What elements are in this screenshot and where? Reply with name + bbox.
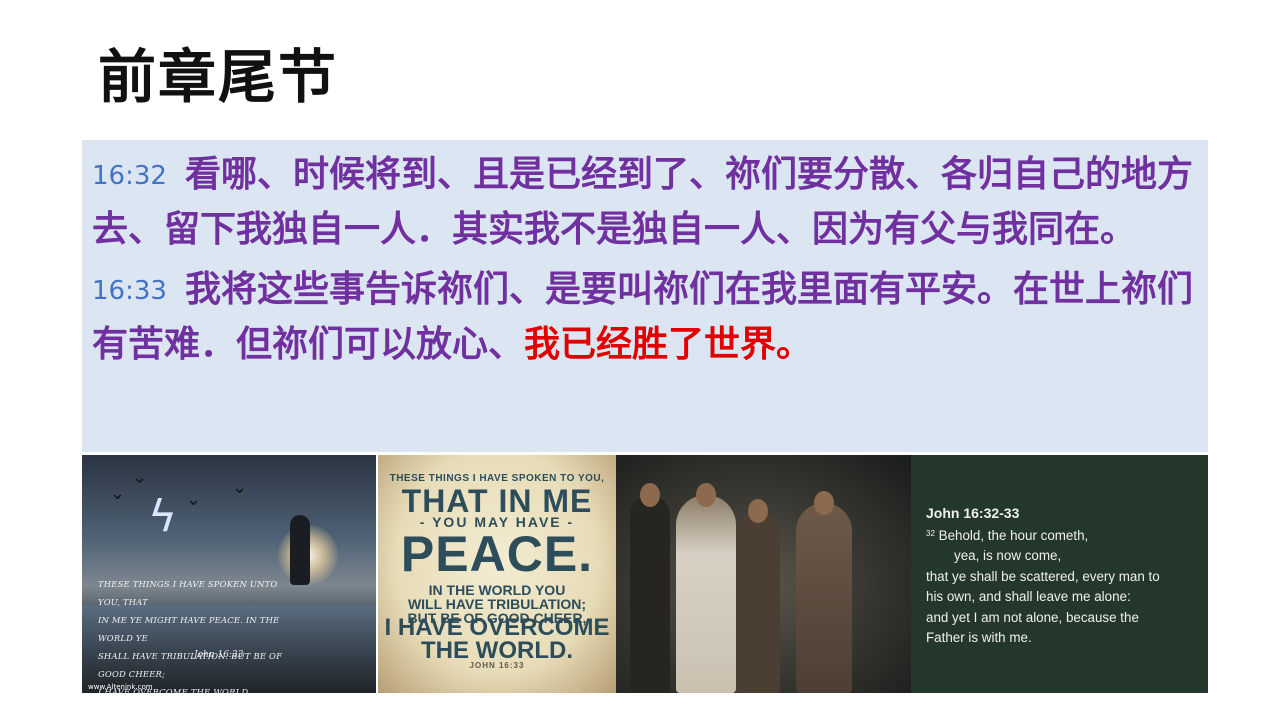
head bbox=[696, 483, 716, 507]
person bbox=[736, 511, 780, 693]
kjv-line: Father is with me. bbox=[926, 630, 1032, 645]
verse-number: 32 bbox=[926, 528, 935, 538]
verse-box: 16:32 看哪、时候将到、且是已经到了、祢们要分散、各归自己的地方去、留下我独自… bbox=[82, 140, 1208, 452]
verse-highlight: 我已经胜了世界。 bbox=[524, 324, 813, 365]
verse-16-32: 16:32 看哪、时候将到、且是已经到了、祢们要分散、各归自己的地方去、留下我独自… bbox=[92, 148, 1198, 257]
poster-line: WILL HAVE TRIBULATION; bbox=[407, 596, 587, 612]
head bbox=[814, 491, 834, 515]
person bbox=[676, 495, 736, 693]
verse-ref: 16:33 bbox=[92, 276, 167, 306]
bird-icon: ⌄ bbox=[132, 467, 148, 488]
storm-watermark: www.Altenink.com bbox=[88, 683, 153, 691]
kjv-text: John 16:32-33 32 Behold, the hour cometh… bbox=[926, 503, 1204, 649]
poster-block: I HAVE OVERCOME THE WORLD. bbox=[378, 614, 616, 664]
kjv-ref: John 16:32-33 bbox=[926, 505, 1020, 521]
head bbox=[748, 499, 768, 523]
slide-title: 前章尾节 bbox=[98, 43, 339, 111]
kjv-line: his own, and shall leave me alone: bbox=[926, 589, 1131, 604]
kjv-line: 32 Behold, the hour cometh, bbox=[926, 524, 1204, 547]
poster-line: THAT IN ME bbox=[401, 483, 593, 519]
bird-icon: ⌄ bbox=[110, 483, 126, 504]
poster-line: I HAVE OVERCOME bbox=[384, 614, 610, 641]
verse-16-33: 16:33 我将这些事告诉祢们、是要叫祢们在我里面有平安。在世上祢们有苦难．但祢们… bbox=[92, 263, 1198, 372]
caption-line: These things I have spoken unto you, tha… bbox=[98, 579, 278, 607]
poster-citation: JOHN 16:33 bbox=[469, 661, 525, 670]
storm-citation: John 16:33 bbox=[194, 650, 244, 660]
poster-line: IN THE WORLD YOU bbox=[428, 582, 566, 598]
kjv-verse-image: John 16:32-33 32 Behold, the hour cometh… bbox=[911, 455, 1208, 693]
bird-icon: ⌄ bbox=[232, 477, 248, 498]
lightning-icon: ϟ bbox=[148, 491, 178, 542]
image-gallery: ϟ ⌄ ⌄ ⌄ ⌄ These things I have spoken unt… bbox=[82, 455, 1208, 693]
caption-line: in me ye might have peace. In the world … bbox=[98, 615, 280, 643]
kjv-line: that ye shall be scattered, every man to bbox=[926, 568, 1160, 584]
storm-image: ϟ ⌄ ⌄ ⌄ ⌄ These things I have spoken unt… bbox=[82, 455, 376, 693]
poster-line: PEACE. bbox=[400, 526, 594, 582]
disciples-photo bbox=[616, 455, 911, 693]
verse-ref: 16:32 bbox=[92, 161, 167, 191]
poster-line: THE WORLD. bbox=[421, 637, 573, 664]
kjv-line: yea, is now come, bbox=[954, 548, 1062, 563]
bird-icon: ⌄ bbox=[186, 489, 202, 510]
kjv-line-text: Behold, the hour cometh, bbox=[938, 527, 1089, 543]
head bbox=[640, 483, 660, 507]
person bbox=[630, 495, 670, 693]
storm-caption: These things I have spoken unto you, tha… bbox=[98, 575, 298, 693]
verse-text: 看哪、时候将到、且是已经到了、祢们要分散、各归自己的地方去、留下我独自一人．其实… bbox=[92, 154, 1193, 250]
person bbox=[796, 503, 852, 693]
poster-text: THESE THINGS I HAVE SPOKEN TO YOU, THAT … bbox=[378, 455, 616, 693]
peace-poster-image: THESE THINGS I HAVE SPOKEN TO YOU, THAT … bbox=[376, 455, 616, 693]
kjv-line: and yet I am not alone, because the bbox=[926, 609, 1139, 625]
